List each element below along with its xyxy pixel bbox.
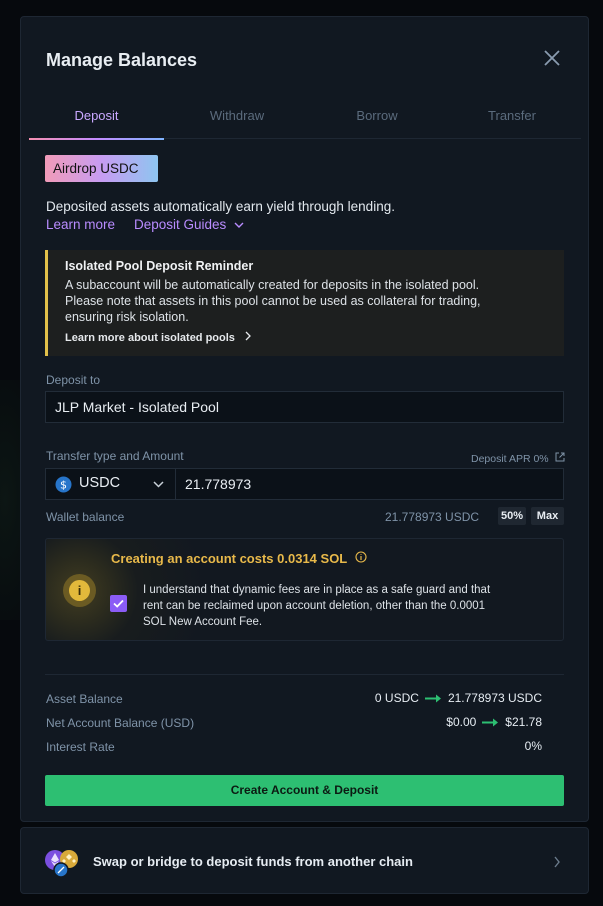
deposit-description: Deposited assets automatically earn yiel…: [46, 199, 395, 214]
acknowledge-line: SOL New Account Fee.: [143, 616, 263, 628]
close-icon[interactable]: [541, 47, 563, 69]
chevron-down-icon: [234, 222, 244, 228]
chain-logos-icon: [45, 850, 78, 878]
usdc-icon: $: [55, 476, 72, 493]
chevron-down-icon: [153, 481, 164, 488]
external-link-icon: [555, 452, 565, 462]
acknowledge-text: I understand that dynamic fees are in pl…: [143, 582, 543, 630]
airdrop-usdc-button[interactable]: Airdrop USDC: [45, 155, 158, 182]
tab-bar: Deposit Withdraw Borrow Transfer: [29, 103, 582, 140]
isolated-pools-link-label: Learn more about isolated pools: [65, 332, 235, 344]
chevron-right-icon: [245, 331, 251, 341]
deposit-apr-label: Deposit APR 0%: [471, 453, 549, 465]
asset-balance-value: 0 USDC 21.778973 USDC: [375, 691, 542, 705]
tab-deposit[interactable]: Deposit: [29, 103, 164, 140]
net-balance-to: $21.78: [505, 715, 542, 729]
deposit-apr-link[interactable]: Deposit APR 0%: [471, 452, 565, 465]
acknowledge-line: rent can be reclaimed upon account delet…: [143, 600, 486, 612]
modal-title: Manage Balances: [46, 50, 198, 70]
wallet-balance-value: 21.778973 USDC: [385, 510, 480, 524]
account-cost-notice: i Creating an account costs 0.0314 SOL I…: [45, 538, 564, 641]
account-cost-title-text: Creating an account costs 0.0314 SOL: [111, 551, 348, 566]
token-label: USDC: [79, 475, 121, 491]
bridge-text: Swap or bridge to deposit funds from ano…: [93, 854, 413, 869]
wallet-balance-label: Wallet balance: [46, 510, 125, 524]
net-balance-from: $0.00: [446, 715, 477, 729]
asset-balance-from: 0 USDC: [374, 691, 419, 705]
check-icon: [113, 599, 124, 608]
interest-rate-label: Interest Rate: [46, 740, 115, 754]
learn-more-link[interactable]: Learn more: [46, 217, 115, 232]
manage-balances-modal: Manage Balances Deposit Withdraw Borrow …: [20, 16, 589, 822]
isolated-pool-reminder: Isolated Pool Deposit Reminder A subacco…: [45, 250, 564, 356]
amount-input[interactable]: 21.778973: [175, 468, 564, 500]
transfer-type-label: Transfer type and Amount: [46, 449, 184, 463]
arrow-right-icon: [424, 694, 441, 702]
tab-borrow[interactable]: Borrow: [307, 103, 447, 139]
net-balance-value: $0.00 $21.78: [446, 715, 542, 729]
net-balance-label: Net Account Balance (USD): [46, 716, 195, 730]
reminder-title: Isolated Pool Deposit Reminder: [65, 259, 254, 273]
arrow-right-icon: [482, 718, 499, 726]
deposit-to-label: Deposit to: [46, 373, 101, 387]
asset-balance-to: 21.778973 USDC: [447, 691, 542, 705]
account-cost-title: Creating an account costs 0.0314 SOL: [111, 551, 367, 566]
svg-text:$: $: [60, 479, 67, 492]
token-select[interactable]: $ USDC: [45, 468, 176, 500]
reminder-line: A subaccount will be automatically creat…: [65, 278, 480, 292]
acknowledge-line: I understand that dynamic fees are in pl…: [143, 584, 491, 596]
info-circle-icon[interactable]: [355, 551, 367, 563]
interest-rate-text: 0%: [524, 739, 542, 753]
deposit-guides-label: Deposit Guides: [134, 217, 227, 232]
reminder-body: A subaccount will be automatically creat…: [65, 277, 555, 325]
asset-balance-label: Asset Balance: [46, 692, 123, 706]
half-button[interactable]: 50%: [498, 507, 526, 525]
interest-rate-value: 0%: [525, 739, 542, 753]
reminder-line: Please note that assets in this pool can…: [65, 294, 481, 308]
tab-withdraw[interactable]: Withdraw: [167, 103, 307, 139]
tab-transfer[interactable]: Transfer: [442, 103, 582, 139]
reminder-line: ensuring risk isolation.: [65, 310, 189, 324]
chevron-right-icon: [554, 856, 560, 868]
isolated-pools-link[interactable]: Learn more about isolated pools: [65, 331, 252, 344]
divider: [45, 674, 564, 675]
acknowledge-checkbox[interactable]: [110, 595, 127, 612]
deposit-guides-dropdown[interactable]: Deposit Guides: [134, 217, 244, 232]
deposit-to-field[interactable]: JLP Market - Isolated Pool: [45, 391, 564, 423]
create-account-deposit-button[interactable]: Create Account & Deposit: [45, 775, 564, 806]
info-icon: i: [63, 574, 96, 607]
max-button[interactable]: Max: [531, 507, 564, 525]
swap-bridge-banner[interactable]: Swap or bridge to deposit funds from ano…: [20, 827, 589, 894]
